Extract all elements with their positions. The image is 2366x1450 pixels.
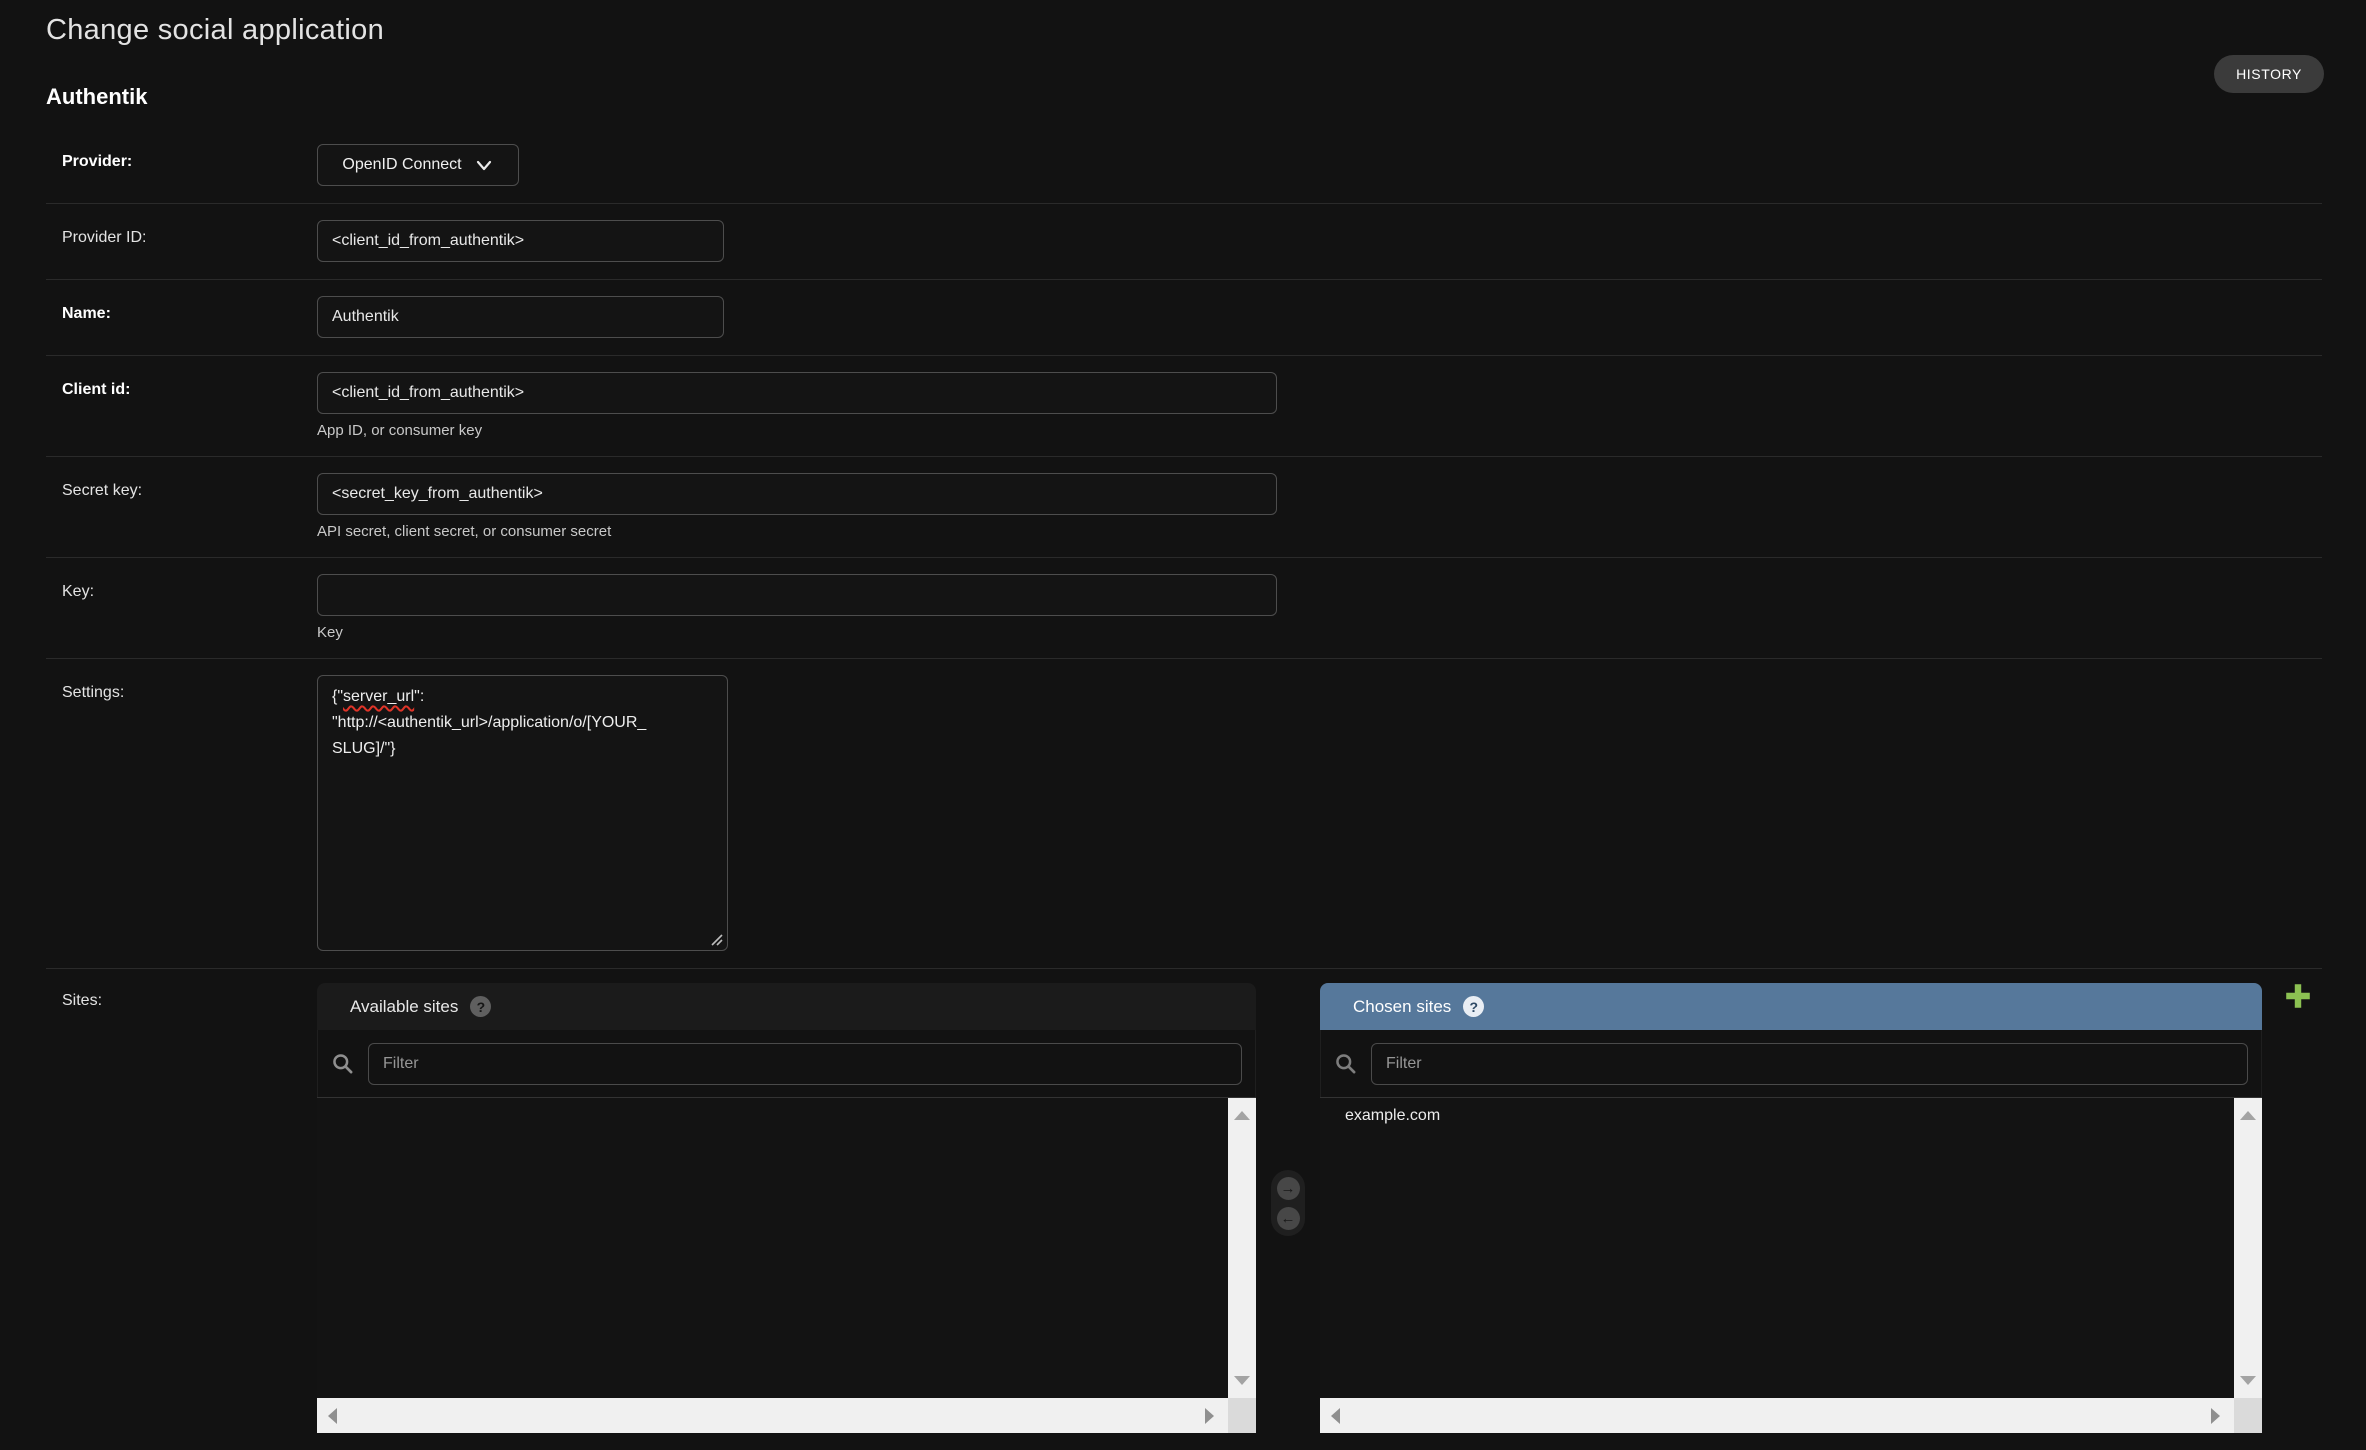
search-icon: [331, 1052, 354, 1075]
secret-key-label: Secret key:: [62, 473, 317, 500]
chosen-sites-title: Chosen sites: [1353, 997, 1451, 1017]
available-filter-bar: [317, 1030, 1256, 1097]
form-row-key: Key: Key: [46, 558, 2322, 659]
available-sites-title: Available sites: [350, 997, 458, 1017]
secret-key-input[interactable]: [317, 473, 1277, 515]
sites-label: Sites:: [62, 983, 317, 1010]
chosen-sites-help-icon[interactable]: ?: [1463, 996, 1484, 1017]
plus-icon: [2283, 981, 2313, 1011]
chosen-horizontal-scrollbar[interactable]: [1320, 1398, 2262, 1433]
chosen-sites-header: Chosen sites ?: [1320, 983, 2262, 1030]
scroll-right-icon[interactable]: [1205, 1408, 1214, 1424]
chevron-down-icon: [474, 155, 494, 175]
search-icon: [1334, 1052, 1357, 1075]
chosen-sites-list[interactable]: example.com: [1320, 1097, 2262, 1398]
textarea-resize-handle-icon[interactable]: [710, 933, 723, 946]
section-heading: Authentik: [46, 84, 147, 110]
available-sites-box: Available sites ?: [317, 983, 1256, 1433]
list-item-example-com[interactable]: example.com: [1345, 1107, 2222, 1125]
sites-dual-selector: Available sites ?: [317, 983, 2314, 1433]
change-social-application-page: Change social application HISTORY Authen…: [0, 0, 2366, 1442]
available-sites-list[interactable]: [317, 1097, 1256, 1398]
scrollbar-corner: [2234, 1398, 2262, 1433]
key-help-text: Key: [317, 624, 1277, 641]
scroll-right-icon[interactable]: [2211, 1408, 2220, 1424]
scroll-up-icon[interactable]: [2240, 1111, 2256, 1120]
remove-all-button[interactable]: ←: [1277, 1207, 1300, 1230]
settings-json-prefix: {": [332, 688, 343, 705]
settings-json-misspelled-word: server_url: [343, 688, 414, 705]
client-id-label: Client id:: [62, 372, 317, 399]
available-filter-input[interactable]: [368, 1043, 1242, 1085]
available-sites-header: Available sites ?: [317, 983, 1256, 1030]
form-row-provider: Provider: OpenID Connect: [46, 128, 2322, 204]
selector-mover-pill: → ←: [1271, 1170, 1305, 1236]
form-row-provider-id: Provider ID:: [46, 204, 2322, 280]
client-id-input[interactable]: [317, 372, 1277, 414]
form-row-name: Name:: [46, 280, 2322, 356]
chosen-sites-box: Chosen sites ? example.com: [1320, 983, 2262, 1433]
scrollbar-corner: [1228, 1398, 1256, 1433]
chosen-vertical-scrollbar[interactable]: [2234, 1098, 2262, 1398]
scroll-up-icon[interactable]: [1234, 1111, 1250, 1120]
secret-key-help-text: API secret, client secret, or consumer s…: [317, 523, 1277, 540]
page-title: Change social application: [46, 14, 384, 47]
add-site-button[interactable]: [2282, 981, 2314, 1013]
chosen-filter-bar: [1320, 1030, 2262, 1097]
selector-mover-column: → ←: [1256, 983, 1320, 1433]
settings-textarea[interactable]: {"server_url": "http://<authentik_url>/a…: [317, 675, 728, 951]
form-row-client-id: Client id: App ID, or consumer key: [46, 356, 2322, 457]
chosen-filter-input[interactable]: [1371, 1043, 2248, 1085]
available-sites-help-icon[interactable]: ?: [470, 996, 491, 1017]
settings-label: Settings:: [62, 675, 317, 702]
scroll-down-icon[interactable]: [1234, 1376, 1250, 1385]
provider-select-value: OpenID Connect: [342, 156, 461, 174]
available-horizontal-scrollbar[interactable]: [317, 1398, 1256, 1433]
scroll-down-icon[interactable]: [2240, 1376, 2256, 1385]
key-input[interactable]: [317, 574, 1277, 616]
name-input[interactable]: [317, 296, 724, 338]
key-label: Key:: [62, 574, 317, 601]
form-row-settings: Settings: {"server_url": "http://<authen…: [46, 659, 2322, 969]
provider-label: Provider:: [62, 144, 317, 171]
social-application-form: Provider: OpenID Connect Provider ID: Na…: [46, 128, 2322, 1450]
provider-id-label: Provider ID:: [62, 220, 317, 247]
arrow-left-icon: ←: [1281, 1211, 1296, 1226]
name-label: Name:: [62, 296, 317, 323]
choose-all-button[interactable]: →: [1277, 1177, 1300, 1200]
arrow-right-icon: →: [1281, 1181, 1296, 1196]
history-button[interactable]: HISTORY: [2214, 55, 2324, 93]
provider-id-input[interactable]: [317, 220, 724, 262]
form-row-secret-key: Secret key: API secret, client secret, o…: [46, 457, 2322, 558]
provider-select[interactable]: OpenID Connect: [317, 144, 519, 186]
available-vertical-scrollbar[interactable]: [1228, 1098, 1256, 1398]
scroll-left-icon[interactable]: [1331, 1408, 1340, 1424]
form-row-sites: Sites: Available sites ?: [46, 969, 2322, 1450]
client-id-help-text: App ID, or consumer key: [317, 422, 1277, 439]
scroll-left-icon[interactable]: [328, 1408, 337, 1424]
